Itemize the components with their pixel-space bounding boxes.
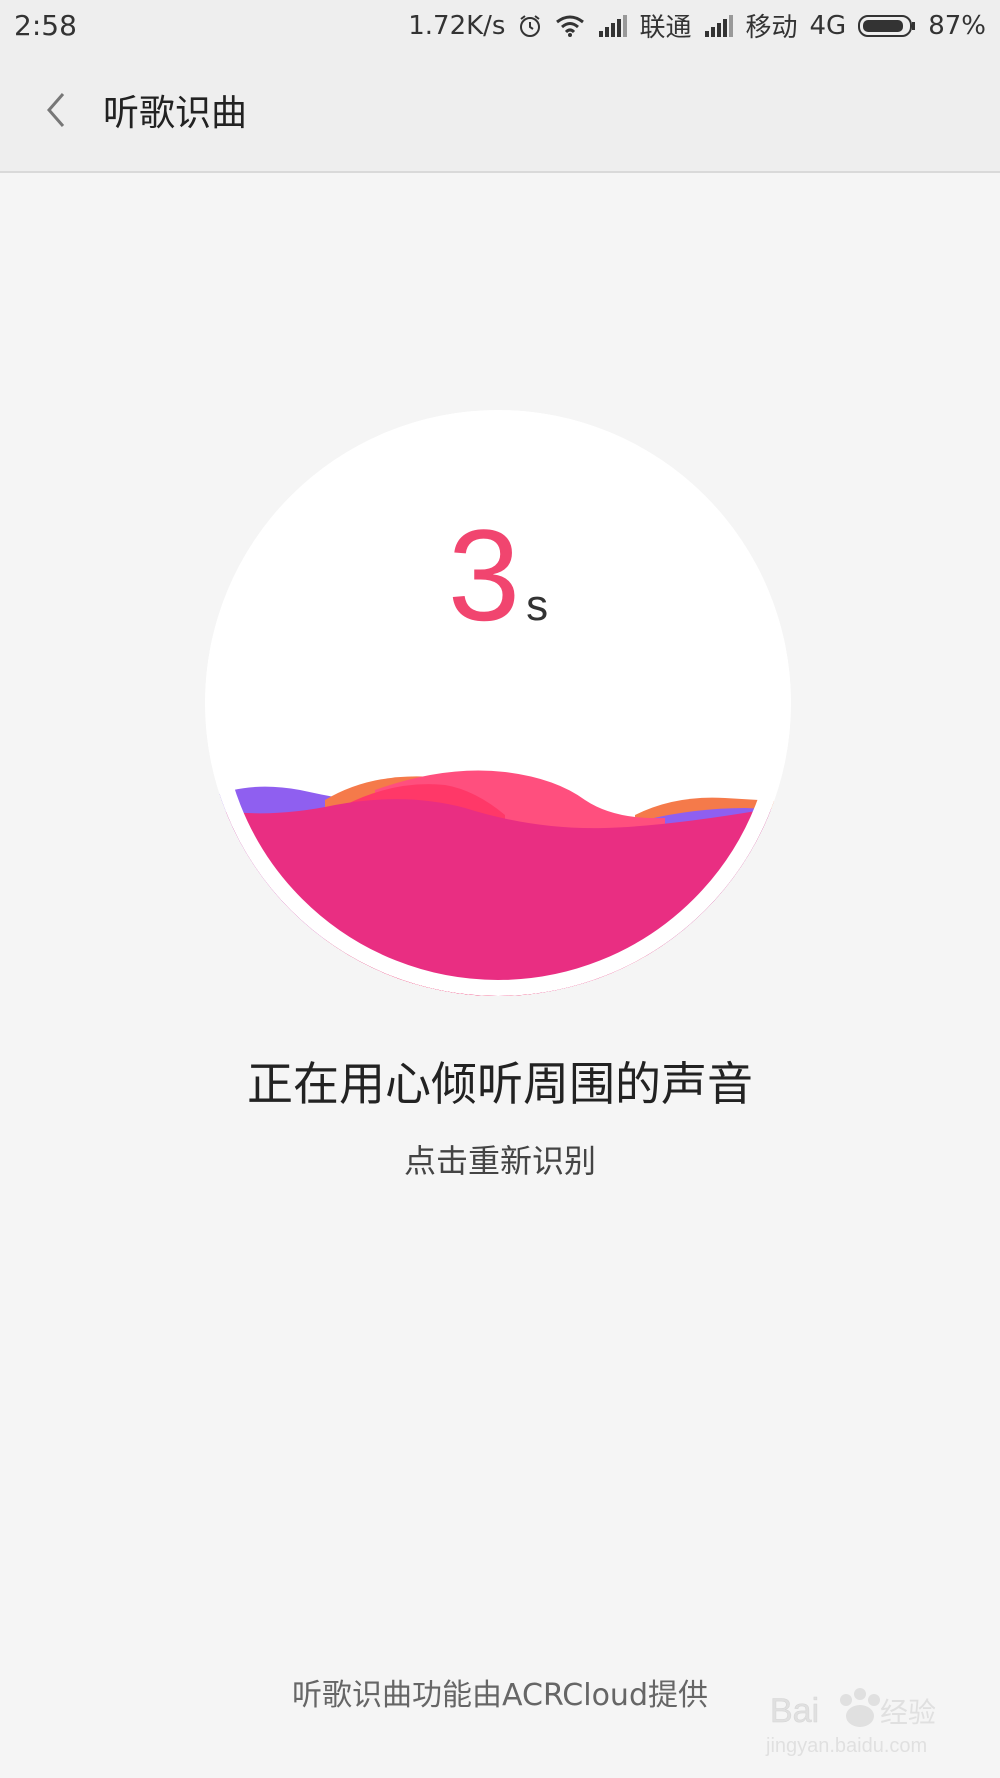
- alarm-icon: [517, 13, 543, 39]
- chevron-left-icon: [47, 93, 65, 127]
- circle-border: [205, 410, 791, 996]
- svg-text:jingyan.baidu.com: jingyan.baidu.com: [765, 1735, 927, 1757]
- battery-icon: [858, 14, 916, 38]
- carrier-2: 移动: [745, 13, 798, 43]
- page-title: 听歌识曲: [103, 93, 248, 134]
- status-bar: 2:58 1.72K/s 联通 移动 4G 87%: [0, 0, 1000, 52]
- back-button[interactable]: [30, 82, 80, 138]
- svg-text:经验: 经验: [880, 1696, 936, 1729]
- baidu-watermark: Bai 经验 jingyan.baidu.com: [765, 1688, 936, 1757]
- signal-icon-1: [597, 14, 628, 37]
- wifi-icon: [555, 14, 585, 38]
- signal-icon-2: [703, 14, 734, 37]
- countdown-number: 3: [447, 502, 521, 648]
- page: 2:58 1.72K/s 联通 移动 4G 87% 听歌识曲 3 s 正在用心倾…: [0, 0, 1000, 1778]
- svg-text:Bai: Bai: [770, 1692, 819, 1730]
- status-indicators: 1.72K/s 联通 移动 4G 87%: [408, 7, 986, 44]
- network-type: 4G: [809, 10, 847, 41]
- battery-percent: 87%: [928, 10, 986, 41]
- network-speed: 1.72K/s: [408, 10, 506, 41]
- countdown-unit: s: [526, 581, 549, 630]
- countdown: 3s: [205, 510, 791, 640]
- listening-status-text: 正在用心倾听周围的声音: [247, 1057, 753, 1111]
- retry-button[interactable]: 点击重新识别: [0, 1136, 1000, 1182]
- carrier-1: 联通: [639, 13, 692, 43]
- recognize-circle[interactable]: 3s: [205, 410, 791, 996]
- app-header: 听歌识曲: [0, 52, 1000, 173]
- status-time: 2:58: [14, 9, 77, 42]
